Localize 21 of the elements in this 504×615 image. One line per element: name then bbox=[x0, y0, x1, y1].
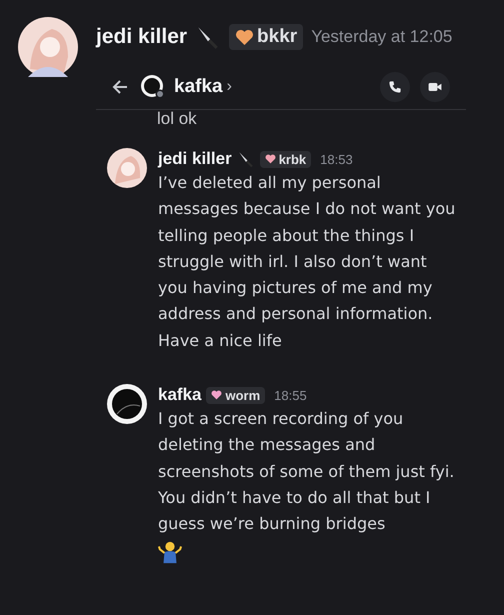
avatar-icon[interactable] bbox=[107, 148, 147, 188]
message-text: I’ve deleted all my personal messages because I do not want you telling people about the things I struggle with irl. I also don’t want you having pictures of me and my address and personal information. Have a nice life bbox=[158, 172, 456, 352]
chevron[interactable]: › bbox=[226, 78, 232, 96]
call-button[interactable] bbox=[380, 72, 410, 102]
timestamp: 18:55 bbox=[274, 388, 307, 403]
author-name[interactable]: jedi killer bbox=[96, 25, 188, 49]
avatar-icon[interactable] bbox=[18, 17, 78, 77]
tag-label: krbk bbox=[278, 152, 306, 166]
video-call-button[interactable] bbox=[420, 72, 450, 102]
timestamp: Yesterday at 12:05 bbox=[311, 27, 452, 47]
contact-name[interactable]: kafka bbox=[174, 76, 223, 98]
author-name[interactable]: kafka bbox=[158, 385, 202, 406]
phone-icon bbox=[387, 79, 403, 95]
avatar-icon[interactable] bbox=[107, 384, 147, 424]
avatar-icon[interactable] bbox=[140, 74, 166, 100]
message-text: I got a screen recording of you deleting the messages and screenshots of some of them just fyi. You didn’t have to do all that but I guess we’re burning bridges bbox=[158, 408, 456, 536]
tag-label: bkkr bbox=[257, 26, 298, 48]
timestamp: 18:53 bbox=[320, 152, 353, 166]
author-name[interactable]: jedi killer bbox=[158, 149, 232, 169]
tag-label: worm bbox=[225, 388, 260, 403]
message-text: lol ok bbox=[157, 110, 197, 128]
